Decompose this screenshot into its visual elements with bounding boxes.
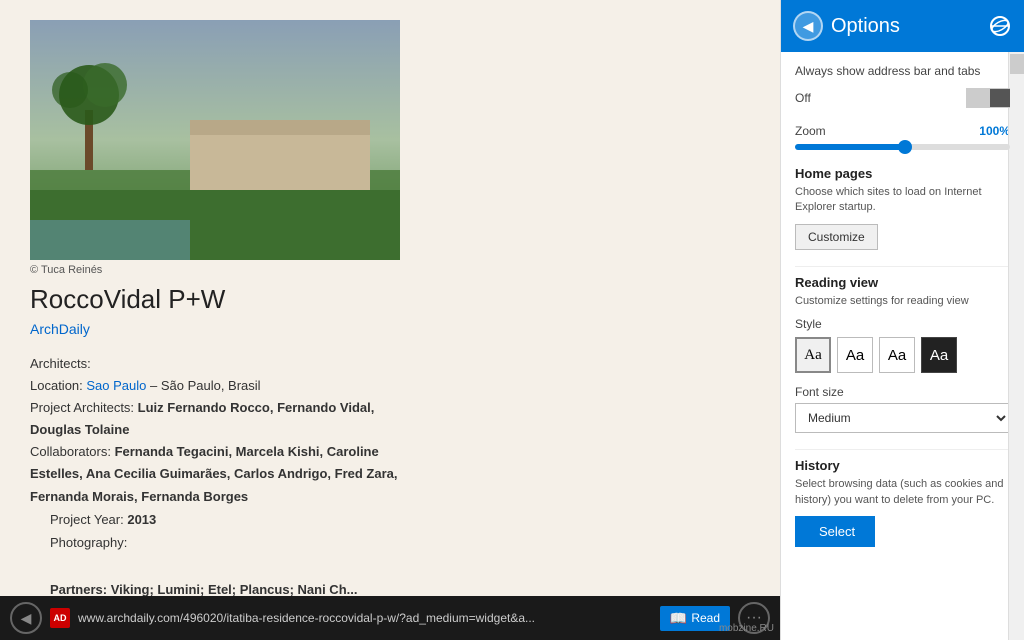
watermark: mobzine.RU: [719, 623, 774, 634]
book-icon: 📖: [670, 610, 687, 627]
main-content: © Tuca Reinés RoccoVidal P+W ArchDaily A…: [0, 0, 780, 600]
read-label: Read: [691, 611, 720, 625]
history-section: History Select browsing data (such as co…: [795, 449, 1010, 547]
architects-row: Architects:: [30, 353, 420, 375]
taskbar-back-button[interactable]: ◀: [10, 602, 42, 634]
address-bar-label: Always show address bar and tabs: [795, 64, 980, 78]
style-serif-button[interactable]: Aa: [795, 337, 831, 373]
font-size-select[interactable]: Small Medium Large Extra Large: [795, 403, 1010, 433]
style-dark-button[interactable]: Aa: [921, 337, 957, 373]
project-architects-row: Project Architects: Luiz Fernando Rocco,…: [30, 397, 420, 441]
project-title: RoccoVidal P+W: [30, 284, 420, 315]
photography-label: Photography:: [50, 535, 127, 550]
project-year-label: Project Year:: [50, 512, 124, 527]
font-size-label: Font size: [795, 385, 1010, 399]
style-label: Style: [795, 317, 1010, 331]
toggle-off-label: Off: [795, 91, 811, 105]
taskbar-back-icon: ◀: [21, 610, 32, 627]
home-pages-desc: Choose which sites to load on Internet E…: [795, 185, 1010, 216]
archdaily-link[interactable]: ArchDaily: [30, 321, 420, 337]
project-architects-label: Project Architects:: [30, 400, 134, 415]
project-year-value: 2013: [127, 512, 156, 527]
back-arrow-icon: ◀: [803, 18, 814, 35]
history-title: History: [795, 458, 1010, 473]
favicon-icon: AD: [54, 613, 67, 623]
home-pages-title: Home pages: [795, 166, 1010, 181]
zoom-label: Zoom: [795, 124, 826, 138]
right-column: Project Year: 2013 Photography: Partners…: [30, 508, 370, 600]
style-light-button[interactable]: Aa: [879, 337, 915, 373]
zoom-slider[interactable]: [795, 144, 1010, 150]
zoom-slider-fill: [795, 144, 903, 150]
scrollbar-thumb[interactable]: [1010, 54, 1024, 74]
zoom-section: Zoom 100%: [795, 124, 1010, 150]
options-title: Options: [831, 15, 988, 38]
select-button[interactable]: Select: [795, 516, 875, 547]
reading-view-section: Reading view Customize settings for read…: [795, 266, 1010, 433]
options-body: Always show address bar and tabs Off Zoo…: [781, 52, 1024, 571]
project-details: Architects: Location: Sao Paulo – São Pa…: [30, 353, 420, 508]
customize-button[interactable]: Customize: [795, 224, 878, 250]
reading-view-desc: Customize settings for reading view: [795, 294, 1010, 309]
options-back-button[interactable]: ◀: [793, 11, 823, 41]
photo-credit-1: © Tuca Reinés: [30, 264, 420, 276]
location-row: Location: Sao Paulo – São Paulo, Brasil: [30, 375, 420, 397]
site-favicon: AD: [50, 608, 70, 628]
taskbar: ◀ AD www.archdaily.com/496020/itatiba-re…: [0, 596, 780, 640]
toggle-thumb: [990, 89, 1010, 107]
main-photo: [30, 20, 400, 260]
history-desc: Select browsing data (such as cookies an…: [795, 477, 1010, 508]
address-bar-section: Always show address bar and tabs Off: [795, 64, 1010, 108]
style-normal-button[interactable]: Aa: [837, 337, 873, 373]
options-header: ◀ Options: [781, 0, 1024, 52]
left-column: © Tuca Reinés RoccoVidal P+W ArchDaily A…: [30, 20, 420, 508]
address-bar-toggle-row: Always show address bar and tabs: [795, 64, 1010, 78]
home-pages-section: Home pages Choose which sites to load on…: [795, 166, 1010, 250]
project-year-row: Project Year: 2013: [50, 508, 370, 531]
address-bar-toggle[interactable]: [966, 88, 1010, 108]
zoom-header: Zoom 100%: [795, 124, 1010, 138]
collaborators-label: Collaborators:: [30, 444, 111, 459]
zoom-value: 100%: [979, 124, 1010, 138]
address-bar[interactable]: www.archdaily.com/496020/itatiba-residen…: [78, 611, 652, 625]
style-options: Aa Aa Aa Aa: [795, 337, 1010, 373]
options-panel: ◀ Options Always show address bar and ta…: [780, 0, 1024, 640]
photography-row: Photography:: [50, 531, 370, 554]
right-info: Project Year: 2013 Photography: Partners…: [50, 508, 370, 600]
reading-view-title: Reading view: [795, 275, 1010, 290]
toggle-state-row: Off: [795, 88, 1010, 108]
collaborators-row: Collaborators: Fernanda Tegacini, Marcel…: [30, 441, 420, 507]
ie-logo-icon: [988, 14, 1012, 38]
scrollbar[interactable]: [1008, 52, 1024, 640]
zoom-slider-thumb[interactable]: [898, 140, 912, 154]
